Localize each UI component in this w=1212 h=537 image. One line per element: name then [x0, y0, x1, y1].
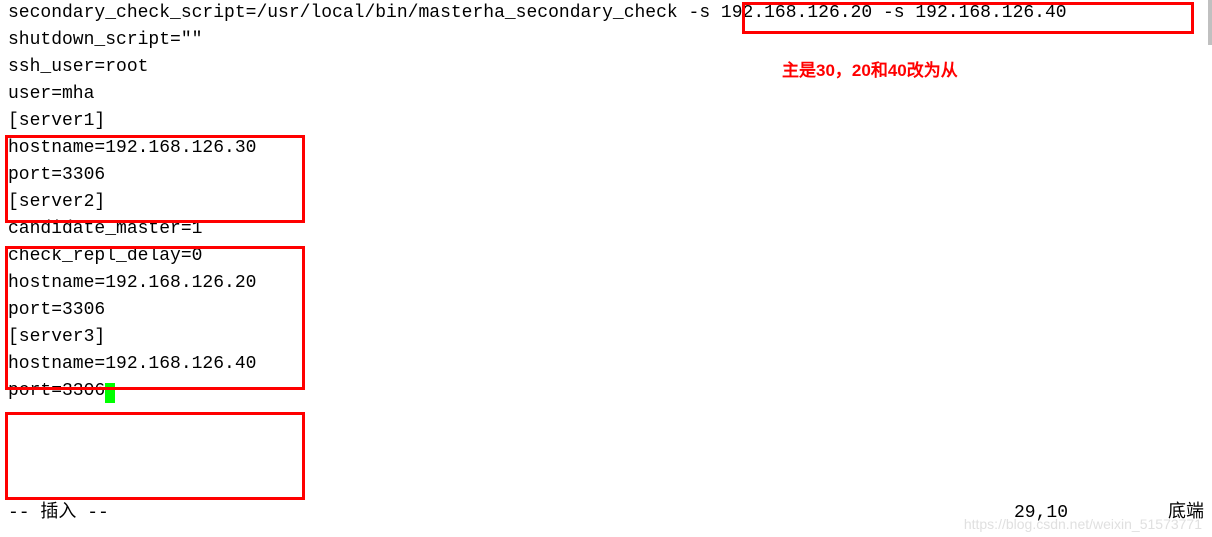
highlight-box-args	[742, 2, 1194, 34]
scrollbar-thumb[interactable]	[1208, 0, 1212, 45]
vim-mode: -- 插入 --	[8, 500, 109, 527]
server1-header: [server1]	[8, 108, 1204, 135]
highlight-box-server3	[5, 412, 305, 500]
watermark-text: https://blog.csdn.net/weixin_51573771	[964, 514, 1202, 535]
config-line: ssh_user=root	[8, 54, 1204, 81]
highlight-box-server1	[5, 135, 305, 223]
highlight-box-server2	[5, 246, 305, 390]
annotation-text: 主是30，20和40改为从	[782, 58, 958, 84]
config-line: user=mha	[8, 81, 1204, 108]
